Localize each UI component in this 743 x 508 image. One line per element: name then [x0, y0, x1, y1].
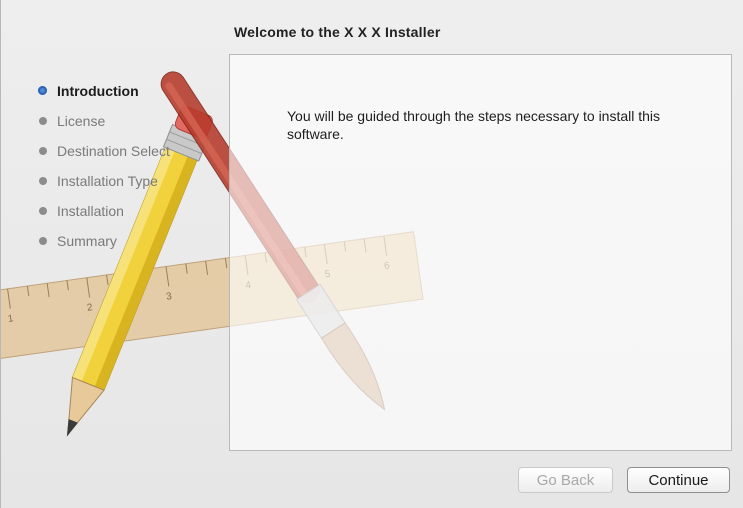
step-label: License	[57, 113, 106, 129]
step-installation: Installation	[39, 200, 170, 230]
intro-message: You will be guided through the steps nec…	[287, 108, 661, 142]
step-label: Summary	[57, 233, 117, 249]
installer-window: 1 2 3 4 5 6 Welcome	[0, 0, 743, 508]
step-label: Installation Type	[57, 173, 158, 189]
active-step-bullet-icon	[38, 86, 47, 95]
step-bullet-icon	[39, 117, 47, 125]
step-label: Destination Select	[57, 143, 170, 159]
continue-button[interactable]: Continue	[627, 467, 730, 493]
step-bullet-icon	[39, 177, 47, 185]
step-label: Introduction	[57, 83, 139, 99]
step-bullet-icon	[39, 147, 47, 155]
step-label: Installation	[57, 203, 124, 219]
content-panel: You will be guided through the steps nec…	[229, 54, 732, 451]
step-bullet-icon	[39, 237, 47, 245]
step-installation-type: Installation Type	[39, 170, 170, 200]
installer-steps-list: Introduction License Destination Select …	[38, 80, 170, 260]
step-summary: Summary	[39, 230, 170, 260]
window-title: Welcome to the X X X Installer	[234, 24, 441, 40]
go-back-button[interactable]: Go Back	[518, 467, 613, 493]
step-destination-select: Destination Select	[39, 140, 170, 170]
step-introduction: Introduction	[38, 80, 170, 110]
step-bullet-icon	[39, 207, 47, 215]
step-license: License	[39, 110, 170, 140]
